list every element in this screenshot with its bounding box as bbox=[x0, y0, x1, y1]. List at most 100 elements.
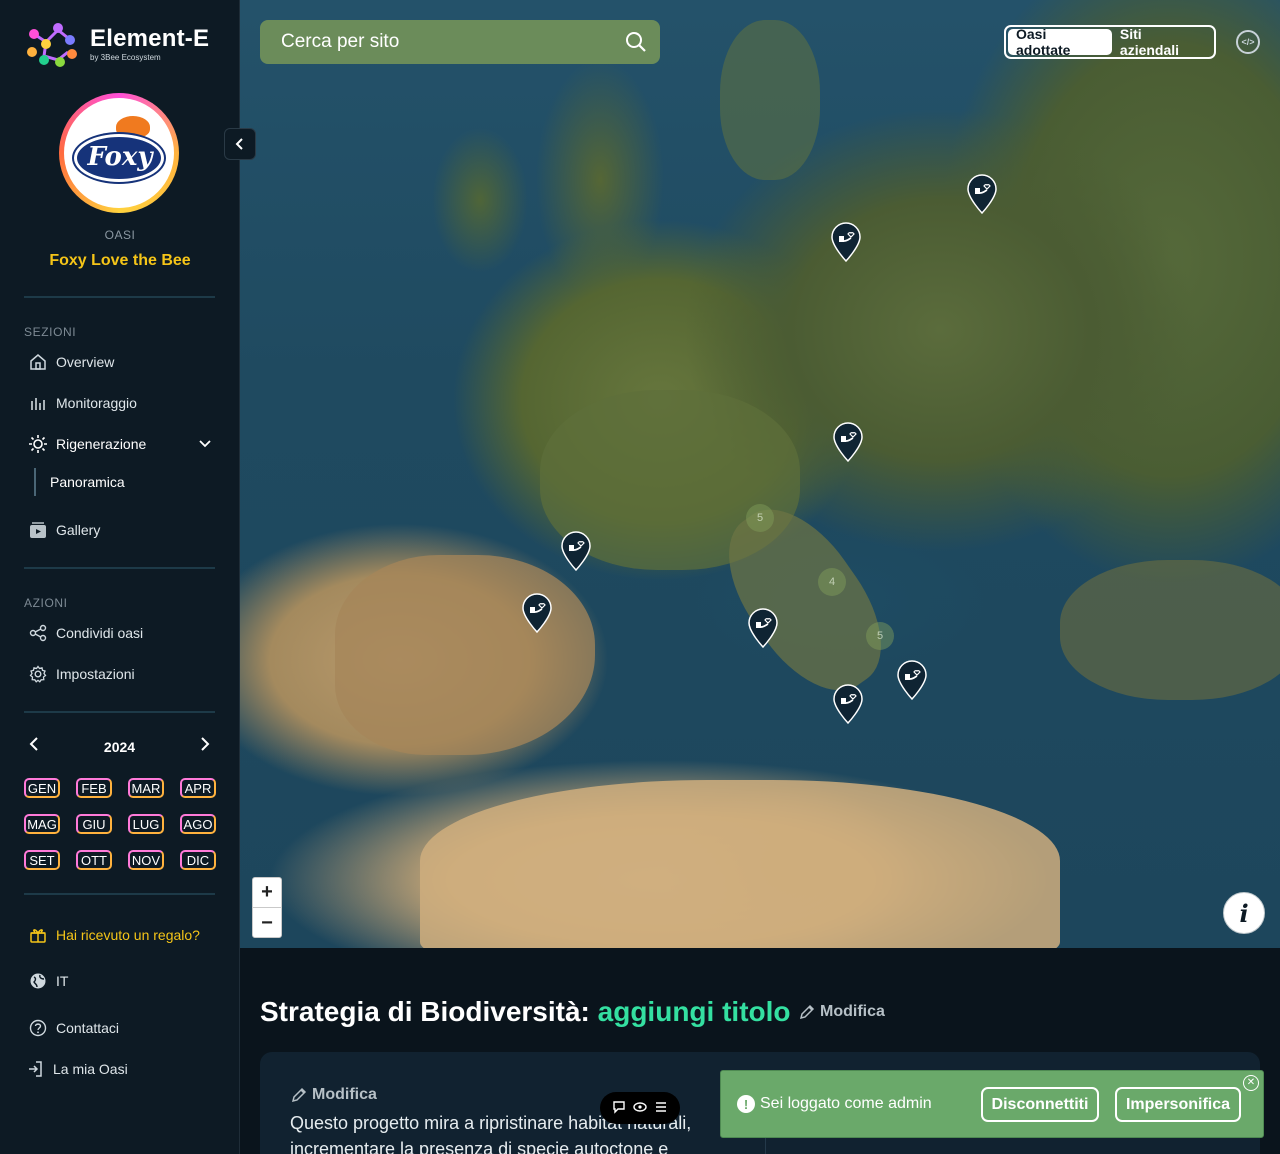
disconnect-button[interactable]: Disconnettiti bbox=[981, 1087, 1099, 1122]
nav-item-label: Rigenerazione bbox=[56, 436, 147, 452]
my-oasis-link[interactable]: La mia Oasi bbox=[25, 1059, 128, 1079]
nav-item-label: Condividi oasi bbox=[56, 625, 144, 641]
oasis-pin-icon[interactable] bbox=[747, 608, 779, 649]
oasis-pin-icon[interactable] bbox=[966, 174, 998, 215]
month-button[interactable]: NOV bbox=[128, 850, 164, 870]
search-input[interactable] bbox=[281, 31, 624, 53]
contact-label: Contattaci bbox=[56, 1020, 120, 1036]
oasi-type-label: OASI bbox=[104, 228, 136, 242]
month-button[interactable]: DIC bbox=[180, 850, 216, 870]
contact-link[interactable]: Contattaci bbox=[28, 1018, 119, 1038]
divider bbox=[24, 893, 215, 895]
month-button[interactable]: APR bbox=[180, 778, 216, 798]
edit-title-button[interactable]: Modifica bbox=[798, 1003, 885, 1021]
pencil-icon bbox=[291, 1087, 307, 1103]
search-bar[interactable] bbox=[260, 20, 660, 64]
divider bbox=[24, 711, 215, 713]
edit-label: Modifica bbox=[820, 1003, 885, 1020]
map-cluster[interactable]: 5 bbox=[746, 504, 774, 532]
map[interactable]: Oasi adottate Siti aziendali </> 5 4 5 +… bbox=[240, 0, 1280, 948]
chevron-left-icon[interactable] bbox=[24, 736, 44, 757]
search-icon[interactable] bbox=[624, 30, 648, 54]
year-label: 2024 bbox=[103, 738, 136, 755]
map-cluster[interactable]: 4 bbox=[818, 568, 846, 596]
gallery-icon bbox=[28, 520, 48, 540]
nav-subitem-panoramica[interactable]: Panoramica bbox=[34, 468, 125, 496]
month-button[interactable]: AGO bbox=[180, 814, 216, 834]
nav-item-gallery[interactable]: Gallery bbox=[28, 520, 100, 540]
oasis-pin-icon[interactable] bbox=[560, 531, 592, 572]
map-mode-toggle: Oasi adottate Siti aziendali bbox=[1004, 25, 1216, 59]
nav-item-monitoraggio[interactable]: Monitoraggio bbox=[28, 393, 137, 413]
close-icon[interactable]: ✕ bbox=[1243, 1075, 1259, 1091]
actions-label: AZIONI bbox=[24, 596, 68, 610]
gift-label: Hai ricevuto un regalo? bbox=[56, 927, 200, 943]
globe-icon bbox=[28, 971, 48, 991]
eye-icon[interactable] bbox=[633, 1100, 647, 1117]
brand-name: Element-E bbox=[90, 24, 210, 52]
zoom-in-button[interactable]: + bbox=[253, 878, 281, 908]
toggle-oasi-adottate[interactable]: Oasi adottate bbox=[1008, 26, 1112, 58]
nav-item-overview[interactable]: Overview bbox=[28, 352, 114, 372]
comment-icon[interactable] bbox=[612, 1100, 626, 1117]
toggle-siti-aziendali[interactable]: Siti aziendali bbox=[1112, 26, 1212, 58]
sun-icon bbox=[28, 434, 48, 454]
nav-item-label: Gallery bbox=[56, 522, 101, 538]
oasis-pin-icon[interactable] bbox=[521, 593, 553, 634]
land-area bbox=[1060, 560, 1280, 700]
year-selector: 2024 bbox=[24, 736, 215, 757]
my-oasis-label: La mia Oasi bbox=[53, 1061, 128, 1077]
gift-link[interactable]: Hai ricevuto un regalo? bbox=[28, 925, 200, 945]
login-icon bbox=[25, 1059, 45, 1079]
sidebar: Element-E by 3Bee Ecosystem Foxy OASI Fo… bbox=[0, 0, 240, 1154]
map-cluster[interactable]: 5 bbox=[866, 622, 894, 650]
oasis-pin-icon[interactable] bbox=[830, 222, 862, 263]
month-button[interactable]: SET bbox=[24, 850, 60, 870]
sections-label: SEZIONI bbox=[24, 325, 77, 339]
app: Element-E by 3Bee Ecosystem Foxy OASI Fo… bbox=[0, 0, 1280, 1154]
oasis-pin-icon[interactable] bbox=[896, 660, 928, 701]
month-button[interactable]: FEB bbox=[76, 778, 112, 798]
collapse-sidebar-button[interactable] bbox=[224, 128, 256, 160]
share-icon bbox=[28, 623, 48, 643]
gear-icon bbox=[28, 664, 48, 684]
menu-icon[interactable] bbox=[654, 1100, 668, 1117]
strategy-title-prefix: Strategia di Biodiversità: bbox=[260, 996, 590, 1027]
info-button[interactable]: i bbox=[1223, 892, 1265, 934]
nav-item-label: Impostazioni bbox=[56, 666, 135, 682]
settings-button[interactable]: Impostazioni bbox=[28, 664, 135, 684]
month-button[interactable]: LUG bbox=[128, 814, 164, 834]
month-button[interactable]: MAG bbox=[24, 814, 60, 834]
foxy-logo-text: Foxy bbox=[87, 142, 153, 172]
month-button[interactable]: GEN bbox=[24, 778, 60, 798]
element-e-logo-icon bbox=[24, 18, 80, 70]
divider bbox=[24, 296, 215, 298]
nav-item-label: Monitoraggio bbox=[56, 395, 137, 411]
admin-message: Sei loggato come admin bbox=[760, 1095, 932, 1112]
chevron-down-icon[interactable] bbox=[198, 436, 212, 452]
strategy-title-accent[interactable]: aggiungi titolo bbox=[598, 996, 791, 1027]
month-button[interactable]: GIU bbox=[76, 814, 112, 834]
avatar: Foxy bbox=[59, 93, 179, 213]
floating-toolbar bbox=[600, 1092, 680, 1124]
oasis-pin-icon[interactable] bbox=[832, 684, 864, 725]
embed-code-icon[interactable]: </> bbox=[1236, 30, 1260, 54]
zoom-out-button[interactable]: − bbox=[253, 908, 281, 938]
edit-description-button[interactable]: Modifica bbox=[290, 1086, 377, 1104]
brand-subtitle: by 3Bee Ecosystem bbox=[90, 52, 161, 62]
strategy-title: Strategia di Biodiversità: aggiungi tito… bbox=[260, 996, 791, 1028]
oasis-pin-icon[interactable] bbox=[832, 422, 864, 463]
nav-item-label: Overview bbox=[56, 354, 115, 370]
language-selector[interactable]: IT bbox=[28, 971, 68, 991]
month-button[interactable]: OTT bbox=[76, 850, 112, 870]
share-oasis-button[interactable]: Condividi oasi bbox=[28, 623, 143, 643]
help-icon bbox=[28, 1018, 48, 1038]
brand[interactable]: Element-E by 3Bee Ecosystem bbox=[24, 18, 209, 70]
chevron-right-icon[interactable] bbox=[195, 736, 215, 757]
land-area bbox=[335, 555, 595, 755]
nav-item-rigenerazione[interactable]: Rigenerazione bbox=[28, 434, 212, 454]
language-label: IT bbox=[56, 973, 69, 989]
chevron-left-icon bbox=[235, 138, 243, 150]
impersonate-button[interactable]: Impersonifica bbox=[1115, 1087, 1241, 1122]
month-button[interactable]: MAR bbox=[128, 778, 164, 798]
